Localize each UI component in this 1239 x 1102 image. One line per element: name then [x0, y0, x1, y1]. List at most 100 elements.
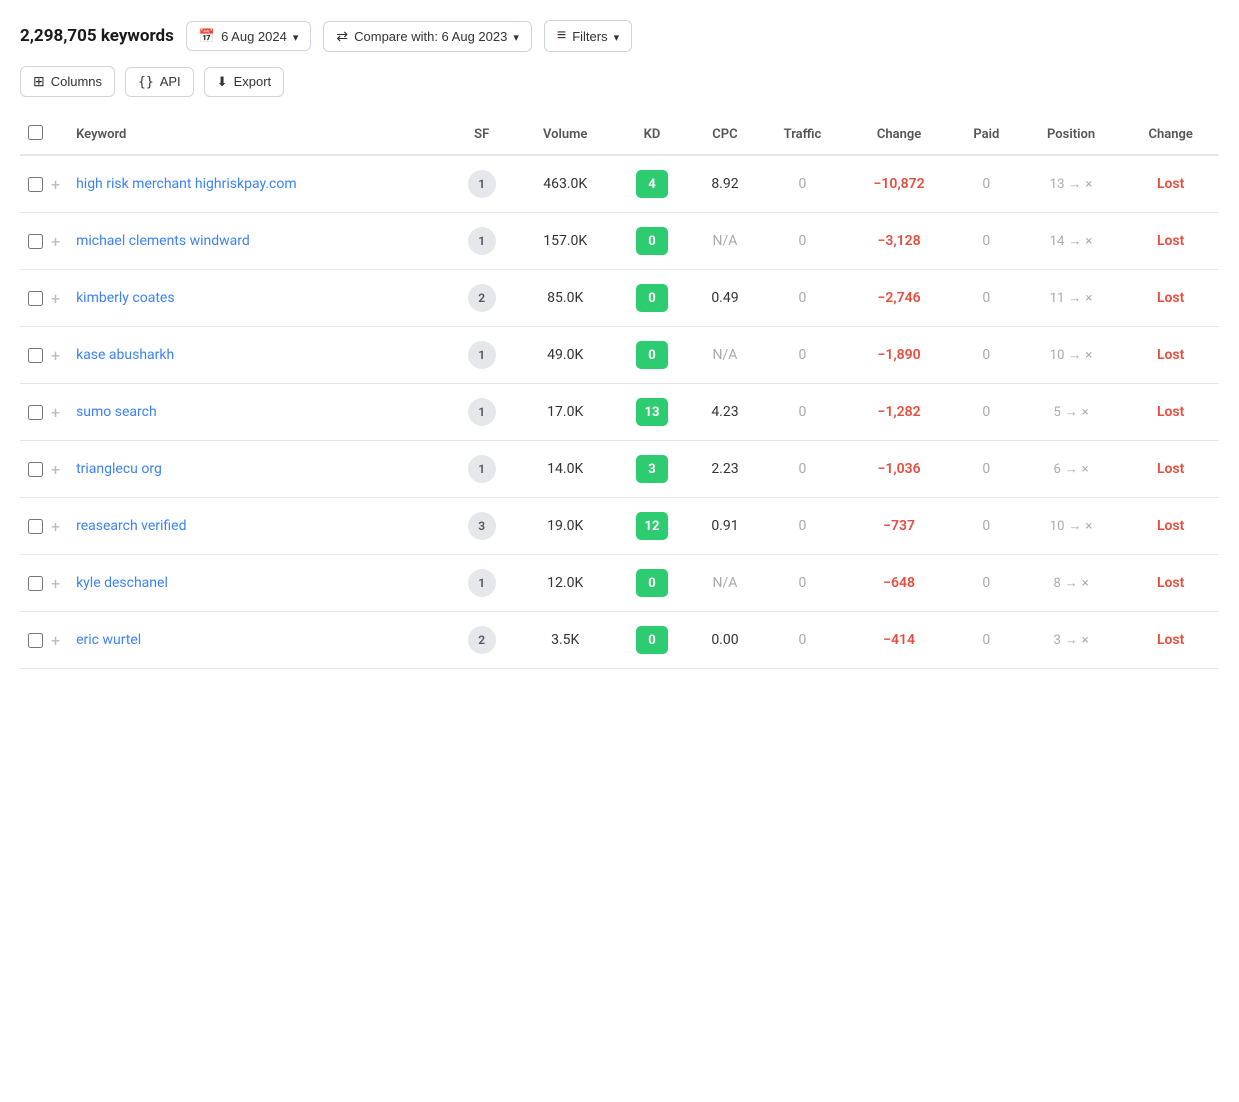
- position-value: 11 → ×: [1028, 290, 1114, 306]
- volume-cell: 3.5K: [517, 612, 614, 669]
- change-value: −2,746: [878, 290, 921, 306]
- status-cell: Lost: [1122, 155, 1219, 213]
- sf-badge: 1: [468, 455, 496, 483]
- add-keyword-icon[interactable]: +: [51, 175, 60, 194]
- filters-button[interactable]: Filters: [544, 20, 632, 52]
- position-cell: 10 → ×: [1020, 498, 1122, 555]
- keyword-link[interactable]: kimberly coates: [76, 290, 174, 306]
- row-checkbox[interactable]: [28, 462, 43, 477]
- export-button[interactable]: Export: [204, 67, 284, 97]
- position-value: 6 → ×: [1028, 461, 1114, 477]
- col-kd: KD: [614, 115, 691, 155]
- add-keyword-icon[interactable]: +: [51, 403, 60, 422]
- col-keyword: Keyword: [68, 115, 446, 155]
- position-cell: 11 → ×: [1020, 270, 1122, 327]
- traffic-cell: 0: [760, 213, 846, 270]
- sf-badge: 1: [468, 398, 496, 426]
- table-row: + kase abusharkh149.0K0N/A0−1,8900 10 → …: [20, 327, 1219, 384]
- paid-cell: 0: [953, 441, 1020, 498]
- position-value: 14 → ×: [1028, 233, 1114, 249]
- keyword-link[interactable]: kase abusharkh: [76, 347, 174, 363]
- cpc-cell: N/A: [690, 213, 759, 270]
- status-badge: Lost: [1157, 290, 1184, 306]
- keyword-link[interactable]: high risk merchant highriskpay.com: [76, 176, 297, 192]
- keyword-link[interactable]: sumo search: [76, 404, 157, 420]
- change-value: −10,872: [874, 176, 925, 192]
- volume-cell: 17.0K: [517, 384, 614, 441]
- keywords-count: 2,298,705 keywords: [20, 26, 174, 46]
- kd-badge: 12: [636, 512, 668, 540]
- kd-badge: 4: [636, 170, 668, 198]
- add-keyword-icon[interactable]: +: [51, 631, 60, 650]
- row-checkbox[interactable]: [28, 633, 43, 648]
- row-checkbox[interactable]: [28, 405, 43, 420]
- sf-badge: 2: [468, 626, 496, 654]
- sf-badge: 1: [468, 341, 496, 369]
- add-keyword-icon[interactable]: +: [51, 460, 60, 479]
- volume-cell: 463.0K: [517, 155, 614, 213]
- traffic-cell: 0: [760, 441, 846, 498]
- add-keyword-icon[interactable]: +: [51, 517, 60, 536]
- traffic-change-cell: −1,036: [845, 441, 952, 498]
- add-keyword-icon[interactable]: +: [51, 289, 60, 308]
- kd-badge: 0: [636, 284, 668, 312]
- row-checkbox[interactable]: [28, 291, 43, 306]
- columns-icon: [33, 73, 45, 90]
- position-value: 5 → ×: [1028, 404, 1114, 420]
- table-row: + high risk merchant highriskpay.com 1 463…: [20, 155, 1219, 213]
- paid-cell: 0: [953, 327, 1020, 384]
- volume-cell: 19.0K: [517, 498, 614, 555]
- col-change1: Change: [845, 115, 952, 155]
- add-keyword-icon[interactable]: +: [51, 574, 60, 593]
- status-cell: Lost: [1122, 555, 1219, 612]
- col-position: Position: [1020, 115, 1122, 155]
- status-cell: Lost: [1122, 327, 1219, 384]
- add-keyword-icon[interactable]: +: [51, 232, 60, 251]
- row-checkbox[interactable]: [28, 576, 43, 591]
- change-value: −1,282: [878, 404, 921, 420]
- col-sf: SF: [447, 115, 517, 155]
- api-button[interactable]: API: [125, 67, 194, 97]
- position-value: 10 → ×: [1028, 518, 1114, 534]
- sf-badge: 1: [468, 170, 496, 198]
- status-cell: Lost: [1122, 270, 1219, 327]
- table-row: + kyle deschanel112.0K0N/A0−6480 8 → × L…: [20, 555, 1219, 612]
- col-paid: Paid: [953, 115, 1020, 155]
- table-row: + kimberly coates285.0K00.490−2,7460 11 …: [20, 270, 1219, 327]
- select-all-checkbox[interactable]: [28, 125, 43, 140]
- add-keyword-icon[interactable]: +: [51, 346, 60, 365]
- status-cell: Lost: [1122, 441, 1219, 498]
- row-checkbox[interactable]: [28, 348, 43, 363]
- compare-button[interactable]: Compare with: 6 Aug 2023: [323, 21, 531, 52]
- compare-label: Compare with: 6 Aug 2023: [354, 29, 507, 44]
- cpc-cell: 4.23: [690, 384, 759, 441]
- traffic-change-cell: −737: [845, 498, 952, 555]
- kd-badge: 0: [636, 227, 668, 255]
- keyword-link[interactable]: trianglecu org: [76, 461, 162, 477]
- row-checkbox[interactable]: [28, 234, 43, 249]
- table-row: + sumo search117.0K134.230−1,2820 5 → × …: [20, 384, 1219, 441]
- keyword-link[interactable]: eric wurtel: [76, 632, 141, 648]
- columns-button[interactable]: Columns: [20, 66, 115, 97]
- date-picker-button[interactable]: 6 Aug 2024: [186, 21, 312, 51]
- traffic-cell: 0: [760, 498, 846, 555]
- date-label: 6 Aug 2024: [221, 29, 287, 44]
- table-row: + michael clements windward1157.0K0N/A0−…: [20, 213, 1219, 270]
- status-badge: Lost: [1157, 176, 1184, 192]
- traffic-cell: 0: [760, 270, 846, 327]
- change-value: −3,128: [878, 233, 921, 249]
- api-label: API: [160, 74, 181, 89]
- position-value: 3 → ×: [1028, 632, 1114, 648]
- change-value: −737: [883, 518, 915, 534]
- status-cell: Lost: [1122, 384, 1219, 441]
- col-volume: Volume: [517, 115, 614, 155]
- cpc-cell: 0.49: [690, 270, 759, 327]
- kd-badge: 3: [636, 455, 668, 483]
- row-checkbox[interactable]: [28, 177, 43, 192]
- position-cell: 13 → ×: [1020, 155, 1122, 213]
- keyword-link[interactable]: michael clements windward: [76, 233, 250, 249]
- keyword-link[interactable]: kyle deschanel: [76, 575, 168, 591]
- keyword-link[interactable]: reasearch verified: [76, 518, 186, 534]
- keywords-table: Keyword SF Volume KD CPC Traffic Change …: [20, 115, 1219, 669]
- row-checkbox[interactable]: [28, 519, 43, 534]
